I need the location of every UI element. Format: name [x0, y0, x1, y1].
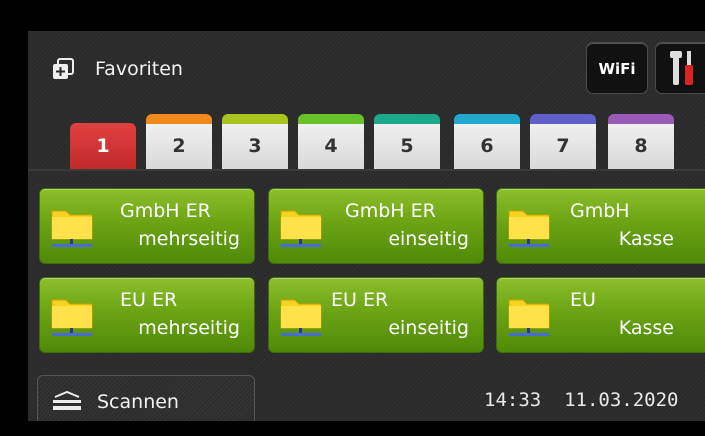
shortcut-tile[interactable]: GmbH ER mehrseitig: [39, 188, 255, 264]
tab-label: 2: [172, 135, 186, 157]
shortcut-name-line1: EU ER: [120, 289, 178, 311]
shortcut-name-line1: EU: [570, 289, 596, 311]
tab-label: 4: [324, 135, 338, 157]
shortcut-name-line2: Kasse: [618, 228, 674, 250]
home-panel: Favoriten WiFi 1 2 3 4 5 6 7 8 GmbH ER m…: [28, 31, 705, 421]
screen-title: Favoriten: [95, 58, 183, 80]
shortcut-name-line1: GmbH: [570, 200, 630, 222]
network-folder-icon: [51, 299, 93, 336]
scanner-icon: [53, 390, 81, 410]
device-screen: Favoriten WiFi 1 2 3 4 5 6 7 8 GmbH ER m…: [0, 0, 705, 436]
shortcut-name-line2: einseitig: [388, 228, 469, 250]
shortcut-name-line2: mehrseitig: [138, 228, 240, 250]
tab-2[interactable]: 2: [146, 114, 212, 169]
tools-icon: [670, 51, 693, 85]
date-time: 14:33 11.03.2020: [484, 388, 678, 412]
tab-label: 6: [480, 135, 494, 157]
tab-divider: [28, 169, 705, 171]
tab-8[interactable]: 8: [608, 114, 674, 169]
shortcut-name-line2: Kasse: [618, 317, 674, 339]
shortcut-tile[interactable]: GmbH Kasse: [496, 188, 705, 264]
network-folder-icon: [280, 210, 322, 247]
tab-label: 5: [400, 135, 414, 157]
tab-label: 3: [248, 135, 262, 157]
network-folder-icon: [51, 210, 93, 247]
tab-label: 1: [96, 135, 110, 157]
tab-4[interactable]: 4: [298, 114, 364, 169]
tab-3[interactable]: 3: [222, 114, 288, 169]
network-folder-icon: [508, 210, 550, 247]
network-folder-icon: [280, 299, 322, 336]
shortcut-tile[interactable]: EU ER mehrseitig: [39, 277, 255, 353]
shortcut-name-line1: EU ER: [331, 289, 389, 311]
tab-7[interactable]: 7: [530, 114, 596, 169]
date: 11.03.2020: [564, 389, 679, 411]
shortcut-name-line1: GmbH ER: [345, 200, 436, 222]
shortcut-name-line2: mehrseitig: [138, 317, 240, 339]
shortcut-tile[interactable]: EU Kasse: [496, 277, 705, 353]
network-folder-icon: [508, 299, 550, 336]
shortcut-name-line1: GmbH ER: [120, 200, 211, 222]
scan-label: Scannen: [97, 391, 179, 413]
scan-button[interactable]: Scannen: [37, 375, 255, 421]
tab-5[interactable]: 5: [374, 114, 440, 169]
shortcut-name-line2: einseitig: [388, 317, 469, 339]
tab-6[interactable]: 6: [454, 114, 520, 169]
shortcut-tile[interactable]: GmbH ER einseitig: [268, 188, 484, 264]
time: 14:33: [484, 389, 542, 411]
tab-1[interactable]: 1: [70, 123, 136, 169]
wifi-button[interactable]: WiFi: [586, 42, 648, 94]
tab-label: 7: [556, 135, 570, 157]
tab-label: 8: [634, 135, 648, 157]
shortcut-tile[interactable]: EU ER einseitig: [268, 277, 484, 353]
favorites-plus-icon: [53, 58, 74, 79]
wifi-label: WiFi: [598, 60, 636, 78]
settings-button[interactable]: [655, 42, 705, 94]
